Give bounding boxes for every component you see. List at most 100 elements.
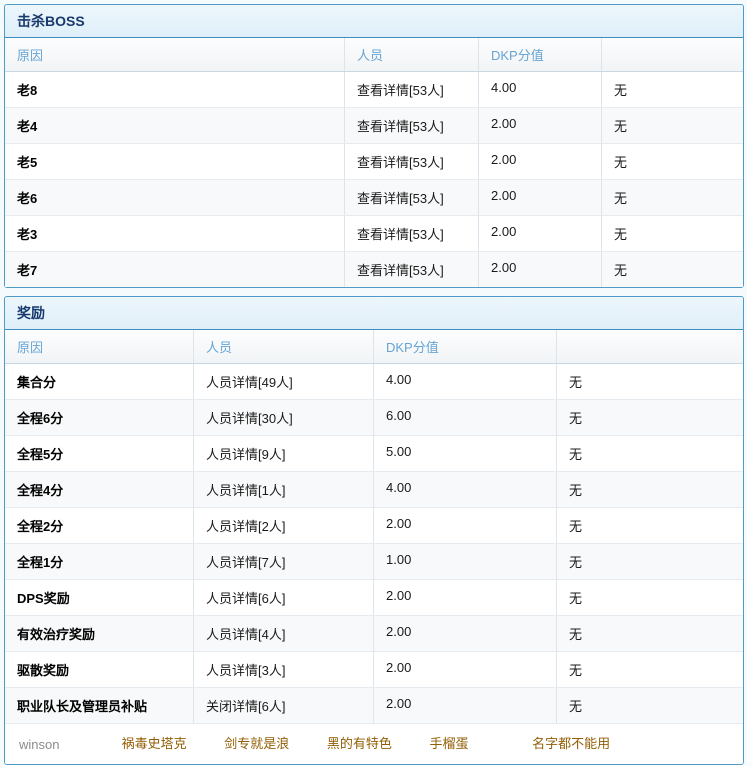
panel-title: 击杀BOSS: [5, 5, 743, 38]
members-cell: 查看详情[53人]: [344, 216, 478, 251]
column-header-reason: 原因: [5, 330, 193, 363]
dkp-cell: 2.00: [373, 580, 556, 615]
view-details-link[interactable]: 查看详情[53人]: [357, 155, 444, 170]
reason-cell: 老4: [5, 108, 344, 143]
member-name[interactable]: 黑的有特色: [327, 733, 426, 752]
dkp-cell: 2.00: [478, 216, 601, 251]
member-details-link[interactable]: 人员详情[4人]: [206, 627, 285, 642]
view-details-link[interactable]: 查看详情[53人]: [357, 83, 444, 98]
table-row: 全程5分 人员详情[9人] 5.00 无: [5, 435, 743, 471]
extra-cell: 无: [556, 508, 743, 543]
members-cell: 人员详情[49人]: [193, 364, 373, 399]
column-header-reason: 原因: [5, 38, 344, 71]
reason-cell: 驱散奖励: [5, 652, 193, 687]
extra-cell: 无: [556, 472, 743, 507]
table-header-row: 原因 人员 DKP分值: [5, 38, 743, 72]
reason-cell: 全程6分: [5, 400, 193, 435]
table-row: 老5 查看详情[53人] 2.00 无: [5, 143, 743, 179]
member-name[interactable]: 祸毒史塔克: [122, 733, 221, 752]
dkp-cell: 2.00: [373, 688, 556, 723]
column-header-extra: [601, 38, 743, 71]
table-row: 全程2分 人员详情[2人] 2.00 无: [5, 507, 743, 543]
view-details-link[interactable]: 查看详情[53人]: [357, 119, 444, 134]
member-details-link[interactable]: 人员详情[9人]: [206, 447, 285, 462]
reason-cell: 职业队长及管理员补贴: [5, 688, 193, 723]
table-row: 集合分 人员详情[49人] 4.00 无: [5, 364, 743, 399]
reason-cell: 老6: [5, 180, 344, 215]
extra-cell: 无: [601, 252, 743, 287]
column-header-extra: [556, 330, 743, 363]
dkp-cell: 4.00: [478, 72, 601, 107]
reason-cell: 全程2分: [5, 508, 193, 543]
extra-cell: 无: [556, 688, 743, 723]
dkp-cell: 2.00: [478, 252, 601, 287]
member-details-link[interactable]: 人员详情[3人]: [206, 663, 285, 678]
table-body: 集合分 人员详情[49人] 4.00 无 全程6分 人员详情[30人] 6.00…: [5, 364, 743, 723]
member-details-link[interactable]: 人员详情[1人]: [206, 483, 285, 498]
view-details-link[interactable]: 查看详情[53人]: [357, 227, 444, 242]
members-cell: 人员详情[30人]: [193, 400, 373, 435]
column-header-members: 人员: [344, 38, 478, 71]
extra-cell: 无: [556, 400, 743, 435]
table-row: 有效治疗奖励 人员详情[4人] 2.00 无: [5, 615, 743, 651]
table-row: DPS奖励 人员详情[6人] 2.00 无: [5, 579, 743, 615]
members-cell: 人员详情[7人]: [193, 544, 373, 579]
reason-cell: 老5: [5, 144, 344, 179]
panel-title: 奖励: [5, 297, 743, 330]
members-cell: 查看详情[53人]: [344, 144, 478, 179]
rewards-panel: 奖励 原因 人员 DKP分值 集合分 人员详情[49人] 4.00 无 全程6分…: [4, 296, 744, 765]
reason-cell: DPS奖励: [5, 580, 193, 615]
member-name[interactable]: 剑专就是浪: [224, 733, 323, 752]
table-row: 老6 查看详情[53人] 2.00 无: [5, 179, 743, 215]
dkp-cell: 5.00: [373, 436, 556, 471]
members-cell: 人员详情[2人]: [193, 508, 373, 543]
table-row: 全程6分 人员详情[30人] 6.00 无: [5, 399, 743, 435]
table-row: 老3 查看详情[53人] 2.00 无: [5, 215, 743, 251]
table-row: 全程1分 人员详情[7人] 1.00 无: [5, 543, 743, 579]
member-names-row: winson 祸毒史塔克 剑专就是浪 黑的有特色 手榴蛋 名字都不能用: [5, 723, 743, 764]
view-details-link[interactable]: 查看详情[53人]: [357, 263, 444, 278]
member-details-link[interactable]: 人员详情[49人]: [206, 375, 293, 390]
member-details-link[interactable]: 人员详情[7人]: [206, 555, 285, 570]
extra-cell: 无: [601, 180, 743, 215]
member-name[interactable]: 手榴蛋: [430, 733, 529, 752]
extra-cell: 无: [601, 216, 743, 251]
member-name[interactable]: winson: [19, 737, 118, 752]
table-row: 老4 查看详情[53人] 2.00 无: [5, 107, 743, 143]
column-header-dkp: DKP分值: [373, 330, 556, 363]
members-cell: 查看详情[53人]: [344, 108, 478, 143]
members-cell: 人员详情[6人]: [193, 580, 373, 615]
reason-cell: 有效治疗奖励: [5, 616, 193, 651]
view-details-link[interactable]: 查看详情[53人]: [357, 191, 444, 206]
member-details-link[interactable]: 人员详情[30人]: [206, 411, 293, 426]
members-cell: 人员详情[1人]: [193, 472, 373, 507]
extra-cell: 无: [556, 364, 743, 399]
extra-cell: 无: [601, 72, 743, 107]
close-details-link[interactable]: 关闭详情[6人]: [206, 699, 285, 714]
member-details-link[interactable]: 人员详情[6人]: [206, 591, 285, 606]
table-body: 老8 查看详情[53人] 4.00 无 老4 查看详情[53人] 2.00 无 …: [5, 72, 743, 287]
column-header-dkp: DKP分值: [478, 38, 601, 71]
reason-cell: 老3: [5, 216, 344, 251]
members-cell: 人员详情[9人]: [193, 436, 373, 471]
extra-cell: 无: [556, 616, 743, 651]
extra-cell: 无: [601, 144, 743, 179]
dkp-cell: 2.00: [373, 652, 556, 687]
members-cell: 查看详情[53人]: [344, 72, 478, 107]
dkp-cell: 2.00: [478, 144, 601, 179]
extra-cell: 无: [556, 652, 743, 687]
members-cell: 查看详情[53人]: [344, 180, 478, 215]
reason-cell: 老8: [5, 72, 344, 107]
dkp-cell: 6.00: [373, 400, 556, 435]
table-row: 老8 查看详情[53人] 4.00 无: [5, 72, 743, 107]
dkp-cell: 2.00: [373, 616, 556, 651]
reason-cell: 全程4分: [5, 472, 193, 507]
dkp-cell: 1.00: [373, 544, 556, 579]
members-cell: 人员详情[4人]: [193, 616, 373, 651]
member-name[interactable]: 名字都不能用: [532, 733, 631, 752]
table-header-row: 原因 人员 DKP分值: [5, 330, 743, 364]
members-cell: 关闭详情[6人]: [193, 688, 373, 723]
member-details-link[interactable]: 人员详情[2人]: [206, 519, 285, 534]
table-row: 职业队长及管理员补贴 关闭详情[6人] 2.00 无: [5, 687, 743, 723]
reason-cell: 集合分: [5, 364, 193, 399]
